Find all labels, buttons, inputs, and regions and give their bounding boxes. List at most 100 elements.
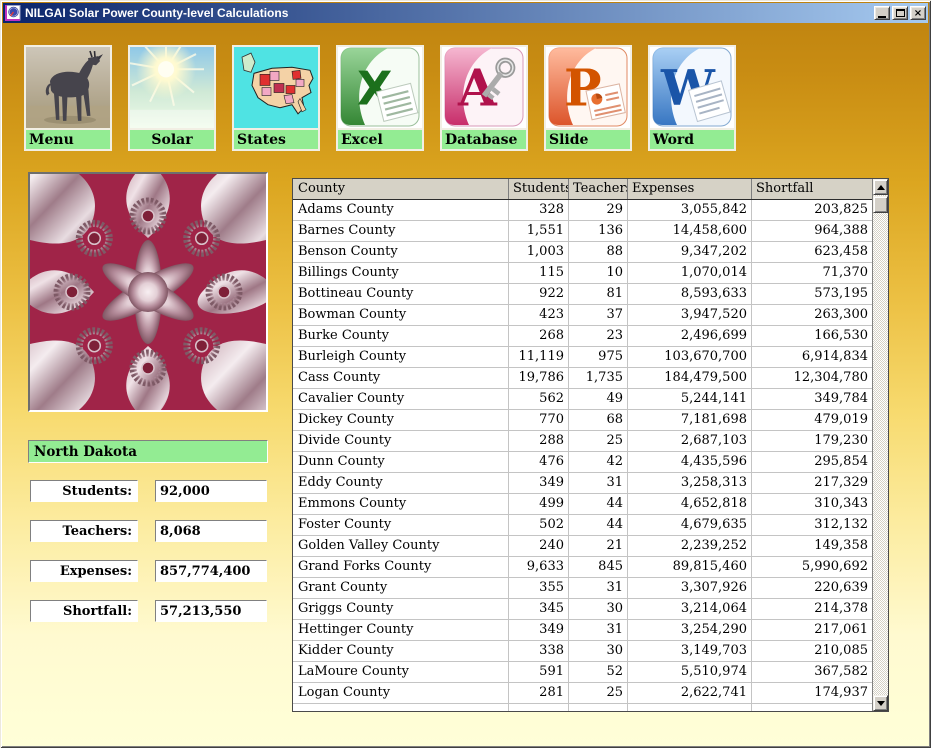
table-row[interactable]: Bowman County 423 37 3,947,520 263,300 [293, 305, 872, 326]
cell-expenses: 3,149,703 [628, 641, 752, 661]
cell-expenses: 3,307,926 [628, 578, 752, 598]
scrollbar-thumb[interactable] [873, 196, 888, 213]
cell-students: 268 [509, 326, 569, 346]
database-button[interactable]: A Database [440, 45, 528, 151]
arrow-down-icon [877, 701, 885, 706]
table-row[interactable]: Eddy County 349 31 3,258,313 217,329 [293, 473, 872, 494]
teachers-value[interactable]: 8,068 [155, 520, 267, 542]
cell-county: LaMoure County [293, 662, 509, 682]
table-row[interactable]: Dickey County 770 68 7,181,698 479,019 [293, 410, 872, 431]
cell-expenses: 103,670,700 [628, 347, 752, 367]
cell-expenses: 4,679,635 [628, 515, 752, 535]
cell-teachers: 975 [569, 347, 628, 367]
table-row[interactable]: Barnes County 1,551 136 14,458,600 964,3… [293, 221, 872, 242]
maximize-button[interactable] [892, 6, 908, 20]
cell-county: Golden Valley County [293, 536, 509, 556]
cell-expenses: 5,510,974 [628, 662, 752, 682]
cell-expenses: 184,479,500 [628, 368, 752, 388]
table-row[interactable]: Benson County 1,003 88 9,347,202 623,458 [293, 242, 872, 263]
maximize-icon [896, 9, 905, 17]
table-row[interactable]: Hettinger County 349 31 3,254,290 217,06… [293, 620, 872, 641]
students-label: Students: [30, 480, 138, 502]
cell-expenses: 8,593,633 [628, 284, 752, 304]
cell-shortfall: 174,937 [752, 683, 872, 703]
cell-shortfall: 573,195 [752, 284, 872, 304]
table-row[interactable]: Kidder County 338 30 3,149,703 210,085 [293, 641, 872, 662]
table-row[interactable]: Dunn County 476 42 4,435,596 295,854 [293, 452, 872, 473]
table-row[interactable]: Griggs County 345 30 3,214,064 214,378 [293, 599, 872, 620]
table-row[interactable]: Burke County 268 23 2,496,699 166,530 [293, 326, 872, 347]
cell-teachers: 81 [569, 284, 628, 304]
students-value[interactable]: 92,000 [155, 480, 267, 502]
header-teachers: Teachers [569, 179, 628, 199]
table-row[interactable]: Cass County 19,786 1,735 184,479,500 12,… [293, 368, 872, 389]
shortfall-value[interactable]: 57,213,550 [155, 600, 267, 622]
expenses-value[interactable]: 857,774,400 [155, 560, 267, 582]
teachers-label: Teachers: [30, 520, 138, 542]
cell-county: Bowman County [293, 305, 509, 325]
cell-expenses: 9,347,202 [628, 242, 752, 262]
cell-county: Cavalier County [293, 389, 509, 409]
minimize-button[interactable] [874, 6, 890, 20]
grid-body: Adams County 328 29 3,055,842 203,825 Ba… [293, 200, 872, 704]
titlebar[interactable]: NILGAI Solar Power County-level Calculat… [3, 3, 928, 23]
table-row[interactable]: Bottineau County 922 81 8,593,633 573,19… [293, 284, 872, 305]
cell-teachers: 25 [569, 683, 628, 703]
cell-expenses: 1,070,014 [628, 263, 752, 283]
cell-shortfall: 203,825 [752, 200, 872, 220]
excel-button[interactable]: X Excel [336, 45, 424, 151]
table-row[interactable]: Logan County 281 25 2,622,741 174,937 [293, 683, 872, 704]
slide-button[interactable]: P Slide [544, 45, 632, 151]
cell-shortfall: 217,329 [752, 473, 872, 493]
word-button[interactable]: W Word [648, 45, 736, 151]
states-button[interactable]: States [232, 45, 320, 151]
menu-button[interactable]: Menu [24, 45, 112, 151]
region-label: North Dakota [28, 440, 268, 463]
cell-shortfall: 479,019 [752, 410, 872, 430]
cell-county: Benson County [293, 242, 509, 262]
table-row[interactable]: Grant County 355 31 3,307,926 220,639 [293, 578, 872, 599]
close-button[interactable]: × [910, 6, 926, 20]
cell-teachers: 88 [569, 242, 628, 262]
cell-students: 240 [509, 536, 569, 556]
slide-button-label: Slide [544, 129, 632, 151]
menu-button-label: Menu [24, 129, 112, 151]
cell-shortfall: 214,378 [752, 599, 872, 619]
window-title: NILGAI Solar Power County-level Calculat… [25, 6, 288, 20]
vertical-scrollbar[interactable] [872, 179, 888, 711]
scroll-up-button[interactable] [873, 179, 888, 195]
table-row[interactable]: Golden Valley County 240 21 2,239,252 14… [293, 536, 872, 557]
cell-teachers: 68 [569, 410, 628, 430]
database-button-label: Database [440, 129, 528, 151]
cell-students: 281 [509, 683, 569, 703]
cell-students: 591 [509, 662, 569, 682]
table-row[interactable]: Cavalier County 562 49 5,244,141 349,784 [293, 389, 872, 410]
table-row[interactable]: Grand Forks County 9,633 845 89,815,460 … [293, 557, 872, 578]
table-row[interactable]: LaMoure County 591 52 5,510,974 367,582 [293, 662, 872, 683]
cell-teachers: 23 [569, 326, 628, 346]
cell-county: Burleigh County [293, 347, 509, 367]
table-row[interactable]: Adams County 328 29 3,055,842 203,825 [293, 200, 872, 221]
app-icon [5, 5, 21, 21]
table-row[interactable]: Foster County 502 44 4,679,635 312,132 [293, 515, 872, 536]
table-row[interactable]: Emmons County 499 44 4,652,818 310,343 [293, 494, 872, 515]
cell-teachers: 31 [569, 473, 628, 493]
cell-students: 115 [509, 263, 569, 283]
cell-county: Grant County [293, 578, 509, 598]
scroll-down-button[interactable] [873, 695, 888, 711]
solar-button[interactable]: Solar [128, 45, 216, 151]
cell-teachers: 30 [569, 599, 628, 619]
cell-county: Divide County [293, 431, 509, 451]
cell-county: Foster County [293, 515, 509, 535]
cell-teachers: 31 [569, 578, 628, 598]
cell-students: 349 [509, 620, 569, 640]
word-button-label: Word [648, 129, 736, 151]
cell-students: 19,786 [509, 368, 569, 388]
table-row[interactable]: Billings County 115 10 1,070,014 71,370 [293, 263, 872, 284]
header-students: Students [509, 179, 569, 199]
cell-teachers: 21 [569, 536, 628, 556]
cell-county: Grand Forks County [293, 557, 509, 577]
table-row[interactable]: Divide County 288 25 2,687,103 179,230 [293, 431, 872, 452]
table-row[interactable]: Burleigh County 11,119 975 103,670,700 6… [293, 347, 872, 368]
cell-shortfall: 210,085 [752, 641, 872, 661]
